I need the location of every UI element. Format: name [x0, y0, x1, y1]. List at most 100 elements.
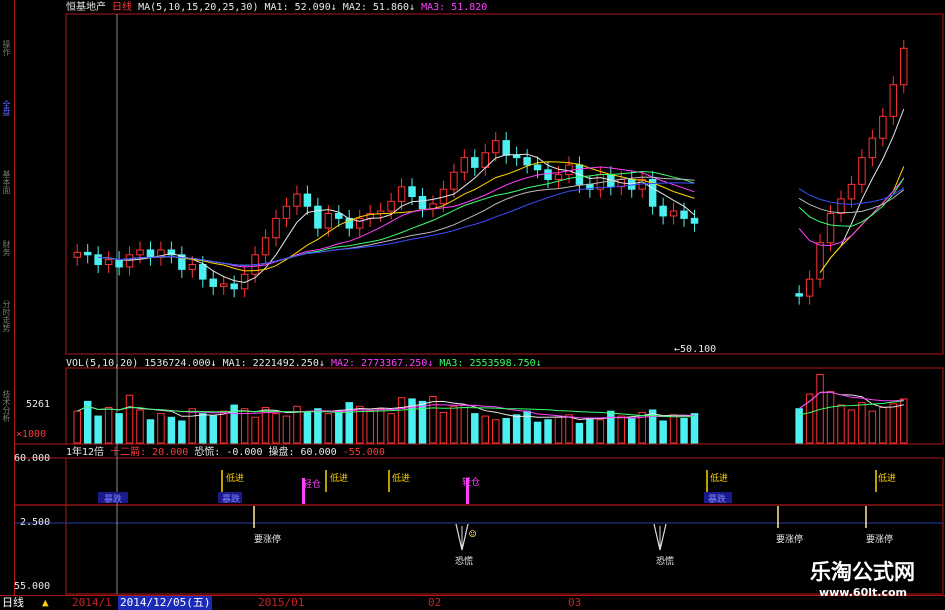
candle-body: [303, 193, 312, 207]
candle-body: [314, 205, 322, 229]
volume-bar: [188, 408, 197, 444]
volume-bar: [115, 413, 123, 444]
warning-triangle-icon: ▲: [42, 596, 49, 609]
volume-bar: [146, 419, 155, 444]
candle-body: [847, 183, 856, 200]
date-label-1: 2014/1: [72, 596, 112, 609]
volume-ma-lines: [76, 391, 904, 421]
volume-bar: [586, 418, 594, 444]
candle-body: [209, 278, 217, 287]
volume-bar: [282, 415, 291, 444]
volume-bar: [324, 413, 333, 444]
volume-bar: [167, 416, 176, 444]
volume-bar: [858, 402, 866, 444]
volume-bar: [837, 404, 845, 444]
candle-body: [125, 254, 134, 268]
indicator-axis-bottom: 55.000: [14, 581, 51, 592]
volume-bar: [397, 397, 406, 444]
volume-bar: [795, 408, 803, 444]
volume-bar: [889, 403, 898, 444]
volume-bar: [219, 410, 228, 444]
volume-bar: [659, 420, 667, 444]
volume-bar: [565, 414, 573, 444]
volume-bar: [429, 395, 437, 444]
candle-body: [471, 157, 479, 168]
vol-value: 1536724.000↓: [144, 358, 217, 369]
volume-bar: [502, 418, 510, 444]
candle-body: [669, 210, 678, 217]
candle-body: [816, 242, 824, 280]
panel-frames: [14, 13, 944, 595]
volume-bar: [575, 422, 584, 444]
volume-bar: [680, 418, 688, 444]
candle-body: [188, 264, 197, 270]
volume-bar: [376, 408, 385, 444]
date-label-3: 02: [428, 596, 442, 609]
signal-low-entry-5: 低进: [878, 474, 897, 484]
indicator-marks: [98, 470, 877, 551]
volume-header: VOL(5,10,20) 1536724.000↓ MA1: 2221492.2…: [66, 357, 542, 371]
volume-bar: [418, 400, 427, 444]
volume-bar: [345, 402, 353, 444]
signal-limit-up-1: 要涨停: [254, 535, 282, 545]
volume-bar: [366, 410, 374, 444]
candle-body: [795, 293, 803, 297]
candle-body: [272, 217, 280, 239]
candle-body: [900, 47, 908, 86]
volume-bar: [335, 410, 343, 444]
candle-body: [544, 169, 552, 180]
low-price-value: 50.100: [680, 344, 717, 355]
volume-bar: [104, 407, 113, 444]
volume-bar: [94, 415, 102, 444]
signal-limit-up-2: 要涨停: [776, 535, 804, 545]
volume-bar: [199, 413, 207, 444]
candle-body: [94, 254, 102, 266]
signal-light-pos-1: 轻仓: [303, 480, 322, 490]
low-price-marker: ←50.100: [674, 344, 717, 355]
candle-body: [376, 210, 385, 215]
bottom-bar: 日线 ▲ 2014/1 2014/12/05(五) 2015/01 02 03: [0, 595, 945, 610]
candle-body: [837, 198, 845, 215]
candle-body: [868, 137, 877, 159]
panel-border: [65, 13, 944, 355]
watermark-url: www.60lt.com: [818, 586, 907, 599]
period-tab[interactable]: 日线: [2, 596, 24, 610]
candle-body: [282, 205, 291, 219]
candle-body: [408, 186, 416, 198]
candle-body: [136, 249, 144, 256]
signal-plunge-1: 暴跌: [104, 495, 123, 505]
volume-bar: [868, 410, 877, 444]
candle-body: [104, 259, 113, 266]
watermark-title: 乐淘公式网: [810, 560, 915, 584]
candle-body: [680, 210, 688, 219]
chart-canvas[interactable]: [0, 0, 945, 609]
candle-body: [293, 193, 301, 207]
volume-bar: [460, 404, 469, 444]
volume-bar: [607, 410, 615, 444]
volume-bar: [648, 409, 657, 444]
ma-line: [98, 176, 695, 266]
volume-bar: [512, 414, 521, 444]
candle-body: [690, 217, 699, 224]
volume-bar: [669, 414, 678, 444]
ma-lines: [98, 108, 905, 284]
volume-axis-unit: ×1000: [16, 429, 47, 440]
volume-bar: [209, 415, 217, 444]
volume-bar: [178, 420, 186, 444]
candle-body: [554, 174, 563, 180]
volume-bar: [314, 408, 322, 444]
volume-bar: [272, 413, 280, 444]
candle-body: [418, 196, 427, 210]
candle-body: [261, 237, 270, 256]
candle-body: [199, 264, 207, 280]
volume-bar: [617, 415, 626, 444]
volume-bar: [251, 416, 259, 444]
volume-axis-top: 5261: [26, 399, 51, 410]
candle-body: [450, 171, 458, 190]
volume-bar: [157, 413, 165, 444]
indicator-header: 1年12倍 十二箭: 20.000 恐慌: -0.000 操盘: 60.000 …: [66, 446, 385, 460]
indicator-operator2: -55.000: [342, 447, 385, 458]
vol-ma1: MA1: 2221492.250↓: [222, 358, 325, 369]
candle-body: [460, 157, 469, 173]
signal-panic-2: 恐慌: [656, 557, 675, 567]
